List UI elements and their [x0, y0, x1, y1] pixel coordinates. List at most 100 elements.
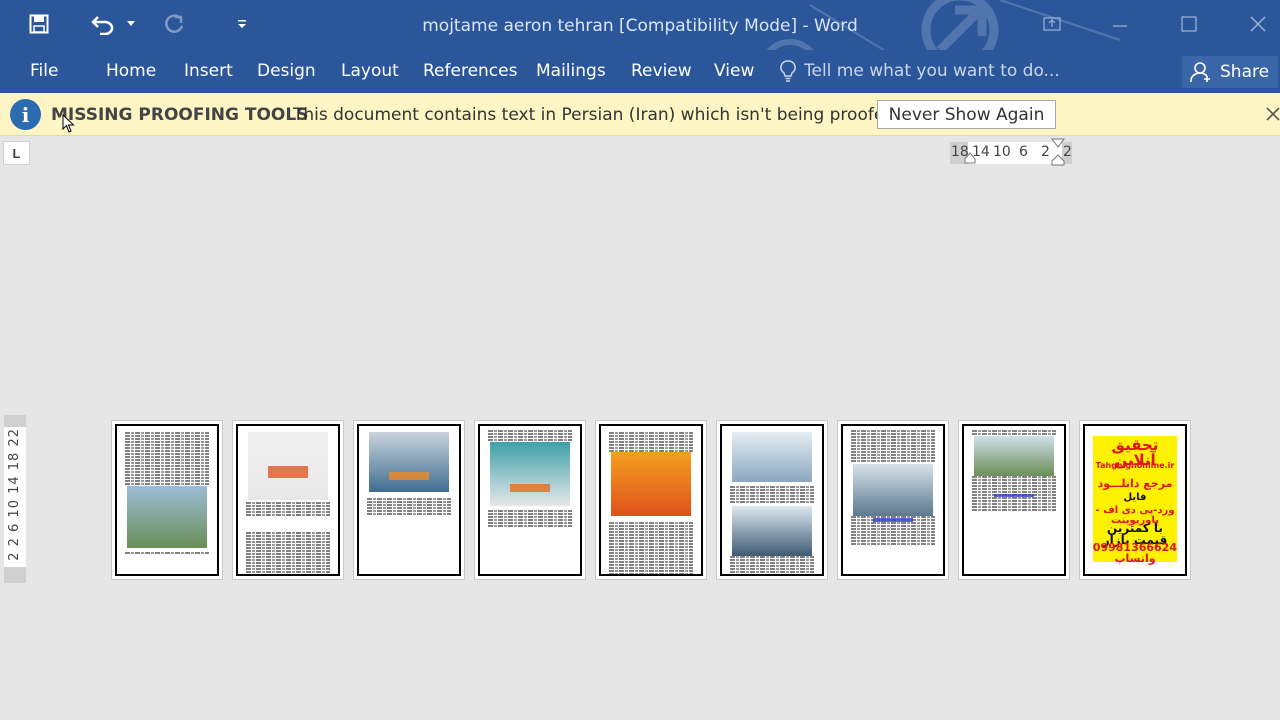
mouse-cursor: [62, 114, 75, 133]
text-line: [125, 450, 209, 452]
tab-insert[interactable]: Insert: [184, 58, 233, 84]
text-line: [246, 574, 330, 576]
vertical-ruler[interactable]: 2 2 6 10 14 18 22: [4, 415, 26, 583]
text-line: [488, 513, 572, 515]
never-show-again-button[interactable]: Never Show Again: [877, 100, 1056, 129]
text-line: [609, 525, 693, 527]
text-line: [972, 509, 1056, 511]
text-line: [246, 565, 330, 567]
page-border: [841, 424, 945, 576]
text-line: [125, 444, 209, 446]
page-thumbnail[interactable]: [353, 420, 465, 580]
minimize-button[interactable]: [1102, 8, 1138, 40]
page-thumbnail[interactable]: [474, 420, 586, 580]
text-line: [851, 531, 935, 533]
message-bar: i MISSING PROOFING TOOLS This document c…: [0, 93, 1280, 136]
page-image: [369, 432, 449, 492]
tab-review[interactable]: Review: [631, 58, 692, 84]
tab-view[interactable]: View: [714, 58, 754, 84]
page-border: [115, 424, 219, 576]
text-line: [367, 501, 451, 503]
text-line: [125, 453, 209, 455]
indent-marker[interactable]: [964, 152, 976, 164]
title-bar: mojtame aeron tehran [Compatibility Mode…: [0, 0, 1280, 92]
text-line: [609, 555, 693, 557]
text-line: [125, 480, 209, 482]
tab-mailings[interactable]: Mailings: [536, 58, 606, 84]
image-accent: [268, 466, 308, 478]
page-border: [357, 424, 461, 576]
share-button[interactable]: Share: [1182, 56, 1278, 88]
tab-layout[interactable]: Layout: [341, 58, 399, 84]
text-line: [488, 436, 572, 438]
share-label: Share: [1220, 62, 1270, 82]
page-border: [962, 424, 1066, 576]
person-icon: [1190, 62, 1210, 83]
page-thumbnail[interactable]: [958, 420, 1070, 580]
ruler-bottom-margin: [4, 567, 26, 583]
horizontal-ruler[interactable]: 18 14 10 6 2 2: [950, 138, 1072, 166]
text-line: [609, 567, 693, 569]
text-line: [609, 438, 693, 440]
text-line: [246, 547, 330, 549]
text-line: [851, 543, 935, 545]
image-accent: [510, 484, 550, 492]
text-line: [609, 528, 693, 530]
lightbulb-icon: [780, 60, 796, 82]
text-line: [730, 489, 814, 491]
text-line: [609, 558, 693, 560]
text-line: [972, 506, 1056, 508]
text-line: [972, 430, 1056, 432]
tell-me-search[interactable]: Tell me what you want to do...: [780, 58, 1060, 84]
tab-selector[interactable]: L: [3, 141, 30, 165]
text-line: [851, 525, 935, 527]
text-line: [488, 510, 572, 512]
close-button[interactable]: [1240, 8, 1276, 40]
page-thumbnail[interactable]: [111, 420, 223, 580]
text-line: [851, 439, 935, 441]
tab-design[interactable]: Design: [257, 58, 316, 84]
text-line: [246, 535, 330, 537]
page-thumbnail[interactable]: [232, 420, 344, 580]
text-line: [609, 546, 693, 548]
page-border: [599, 424, 703, 576]
text-line: [972, 497, 1056, 499]
maximize-icon: [1181, 16, 1197, 32]
ruler-number: 10: [993, 144, 1011, 160]
text-line: [730, 556, 814, 558]
text-line: [609, 447, 693, 449]
text-line: [609, 543, 693, 545]
text-line: [609, 564, 693, 566]
maximize-button[interactable]: [1171, 8, 1207, 40]
page-thumbnail[interactable]: [837, 420, 949, 580]
text-line: [488, 430, 572, 432]
ribbon-display-options-button[interactable]: [1034, 8, 1070, 40]
text-line: [125, 447, 209, 449]
message-title: MISSING PROOFING TOOLS: [51, 105, 309, 125]
info-icon: i: [10, 99, 41, 130]
ad-text-line3: مرجع دانلـــود: [1097, 477, 1173, 490]
text-line: [609, 549, 693, 551]
text-line: [367, 504, 451, 506]
message-bar-close-button[interactable]: [1262, 103, 1280, 125]
ruler-number: 2: [1041, 144, 1050, 160]
text-line: [488, 522, 572, 524]
tab-home[interactable]: Home: [106, 58, 156, 84]
page-thumbnail[interactable]: [595, 420, 707, 580]
text-line: [125, 456, 209, 458]
text-line: [972, 488, 1056, 490]
text-line: [972, 476, 1056, 478]
tab-file[interactable]: File: [30, 58, 58, 84]
text-line: [851, 522, 935, 524]
text-line: [851, 445, 935, 447]
text-line: [125, 477, 209, 479]
minimize-icon: [1113, 25, 1127, 27]
tab-references[interactable]: References: [423, 58, 517, 84]
vertical-ruler-numbers: 2 2 6 10 14 18 22: [7, 428, 22, 561]
text-line: [851, 448, 935, 450]
text-line: [246, 550, 330, 552]
page-thumbnail[interactable]: [716, 420, 828, 580]
text-line: [972, 479, 1056, 481]
hanging-indent-marker[interactable]: [1051, 138, 1065, 170]
page-thumbnail[interactable]: تحقیق آنلاین Tahghighonline.ir مرجع دانلــ…: [1079, 420, 1191, 580]
